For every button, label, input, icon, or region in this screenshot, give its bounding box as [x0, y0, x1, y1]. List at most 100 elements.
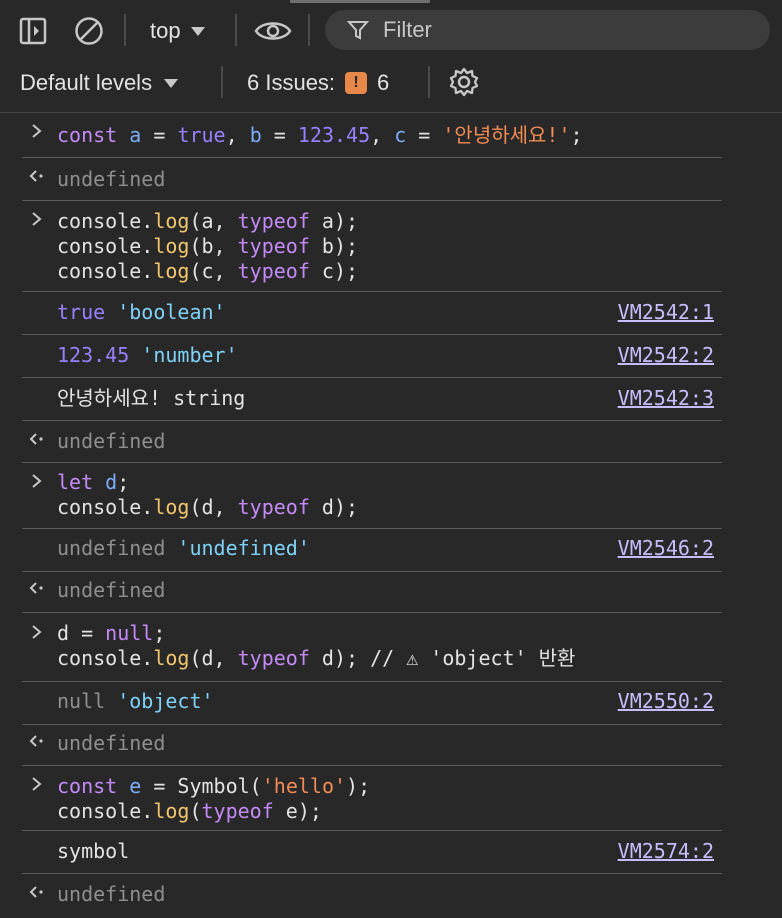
log-message: null 'object' [57, 689, 214, 714]
chevron-down-icon [164, 78, 179, 88]
sidebar-toggle-icon[interactable] [16, 14, 50, 48]
issues-count: 6 [377, 70, 390, 95]
code-token: typeof [237, 495, 310, 519]
source-link[interactable]: VM2550:2 [618, 689, 714, 714]
code-token: c [394, 123, 407, 147]
console-log-entry: undefined 'undefined' VM2546:2 [22, 529, 722, 572]
result-value: undefined [57, 882, 166, 906]
source-link[interactable]: VM2546:2 [618, 536, 714, 561]
toolbar-divider [235, 14, 237, 46]
code-token: true [177, 123, 226, 147]
result-arrow-icon [22, 168, 52, 184]
code-token: e [129, 774, 142, 798]
code-token: = [406, 123, 443, 147]
console-log-entry: null 'object' VM2550:2 [22, 682, 722, 725]
code-token: log [153, 799, 190, 823]
code-token: ); [346, 774, 371, 798]
filter-input[interactable] [381, 16, 745, 44]
log-token [165, 536, 177, 560]
code-token: log [153, 495, 190, 519]
input-line: console.log(a, typeof a); [57, 209, 358, 234]
code-token: = Symbol( [141, 774, 262, 798]
code-token: console. [57, 495, 154, 519]
settings-gear-icon[interactable] [446, 64, 482, 100]
console-output[interactable]: const a = true, b = 123.45, c = '안녕하세요!'… [0, 113, 782, 918]
code-token: 123.45 [297, 123, 371, 147]
code-token: const [57, 123, 118, 147]
result-arrow-icon [22, 733, 52, 749]
console-input-entry: const a = true, b = 123.45, c = '안녕하세요!'… [22, 113, 722, 158]
code-token: a [129, 123, 142, 147]
console-log-entry: 123.45 'number' VM2542:2 [22, 335, 722, 378]
chevron-down-icon [190, 26, 205, 36]
console-result-entry: undefined [22, 421, 722, 463]
code-token: b [249, 123, 262, 147]
code-token: const [57, 774, 118, 798]
input-line: console.log(c, typeof c); [57, 259, 358, 284]
code-token: d = [57, 621, 106, 645]
issues-button[interactable]: 6 Issues: ! 6 [247, 68, 389, 98]
code-token: (b, [189, 234, 238, 258]
source-link[interactable]: VM2542:3 [618, 386, 714, 411]
context-label: top [150, 18, 181, 43]
active-tab-indicator [290, 0, 430, 3]
input-line: const a = true, b = 123.45, c = '안녕하세요!'… [57, 123, 583, 148]
input-line: console.log(typeof e); [57, 799, 322, 824]
result-value: undefined [57, 429, 166, 453]
log-token: 'object' [117, 689, 214, 713]
code-token: console. [57, 234, 154, 258]
console-input-entry: console.log(a, typeof a); console.log(b,… [22, 201, 722, 292]
code-token: let [57, 470, 94, 494]
console-result-entry: undefined [22, 874, 722, 916]
toolbar-divider [428, 66, 430, 98]
code-token: log [153, 209, 190, 233]
log-message: undefined 'undefined' [57, 536, 310, 561]
code-token: d); // ⚠ 'object' 반환 [309, 646, 576, 670]
log-levels-dropdown[interactable]: Default levels [20, 68, 179, 98]
console-input-entry: let d; console.log(d, typeof d); [22, 463, 722, 529]
console-log-entry: true 'boolean' VM2542:1 [22, 292, 722, 335]
code-token: '안녕하세요!' [442, 123, 571, 147]
code-token: console. [57, 209, 154, 233]
console-toolbar: top Default levels 6 Issues: ! 6 [0, 0, 782, 113]
code-token: typeof [201, 799, 274, 823]
filter-box[interactable] [325, 10, 770, 50]
source-link[interactable]: VM2542:2 [618, 343, 714, 368]
code-token: log [153, 646, 190, 670]
log-token [129, 343, 141, 367]
code-token: = [261, 123, 298, 147]
input-line: console.log(d, typeof d); [57, 495, 358, 520]
source-link[interactable]: VM2574:2 [618, 839, 714, 864]
console-result-entry: undefined [22, 725, 722, 766]
code-token: console. [57, 799, 154, 823]
log-token: 'boolean' [117, 300, 226, 324]
context-selector[interactable]: top [150, 16, 205, 46]
console-log-entry: symbol VM2574:2 [22, 831, 722, 874]
log-token: true [57, 300, 106, 324]
result-arrow-icon [22, 580, 52, 596]
result-value: undefined [57, 731, 166, 755]
log-message: symbol [57, 839, 130, 863]
code-token: typeof [237, 646, 310, 670]
code-token: null [105, 621, 154, 645]
code-token: d); [309, 495, 359, 519]
log-token: 'undefined' [177, 536, 310, 560]
log-token [105, 689, 117, 713]
code-token: , [225, 123, 250, 147]
clear-console-icon[interactable] [72, 14, 106, 48]
input-line: console.log(b, typeof b); [57, 234, 358, 259]
code-token: c); [309, 259, 359, 283]
log-message: true 'boolean' [57, 300, 226, 325]
toolbar-divider [308, 14, 310, 46]
code-token: console. [57, 646, 154, 670]
code-token: typeof [237, 209, 310, 233]
result-value: undefined [57, 578, 166, 602]
code-token: e); [273, 799, 322, 823]
input-prompt-chevron-icon [22, 211, 52, 227]
live-expression-eye-icon[interactable] [252, 14, 294, 48]
source-link[interactable]: VM2542:1 [618, 300, 714, 325]
toolbar-divider [221, 66, 223, 98]
log-token: 'number' [141, 343, 238, 367]
